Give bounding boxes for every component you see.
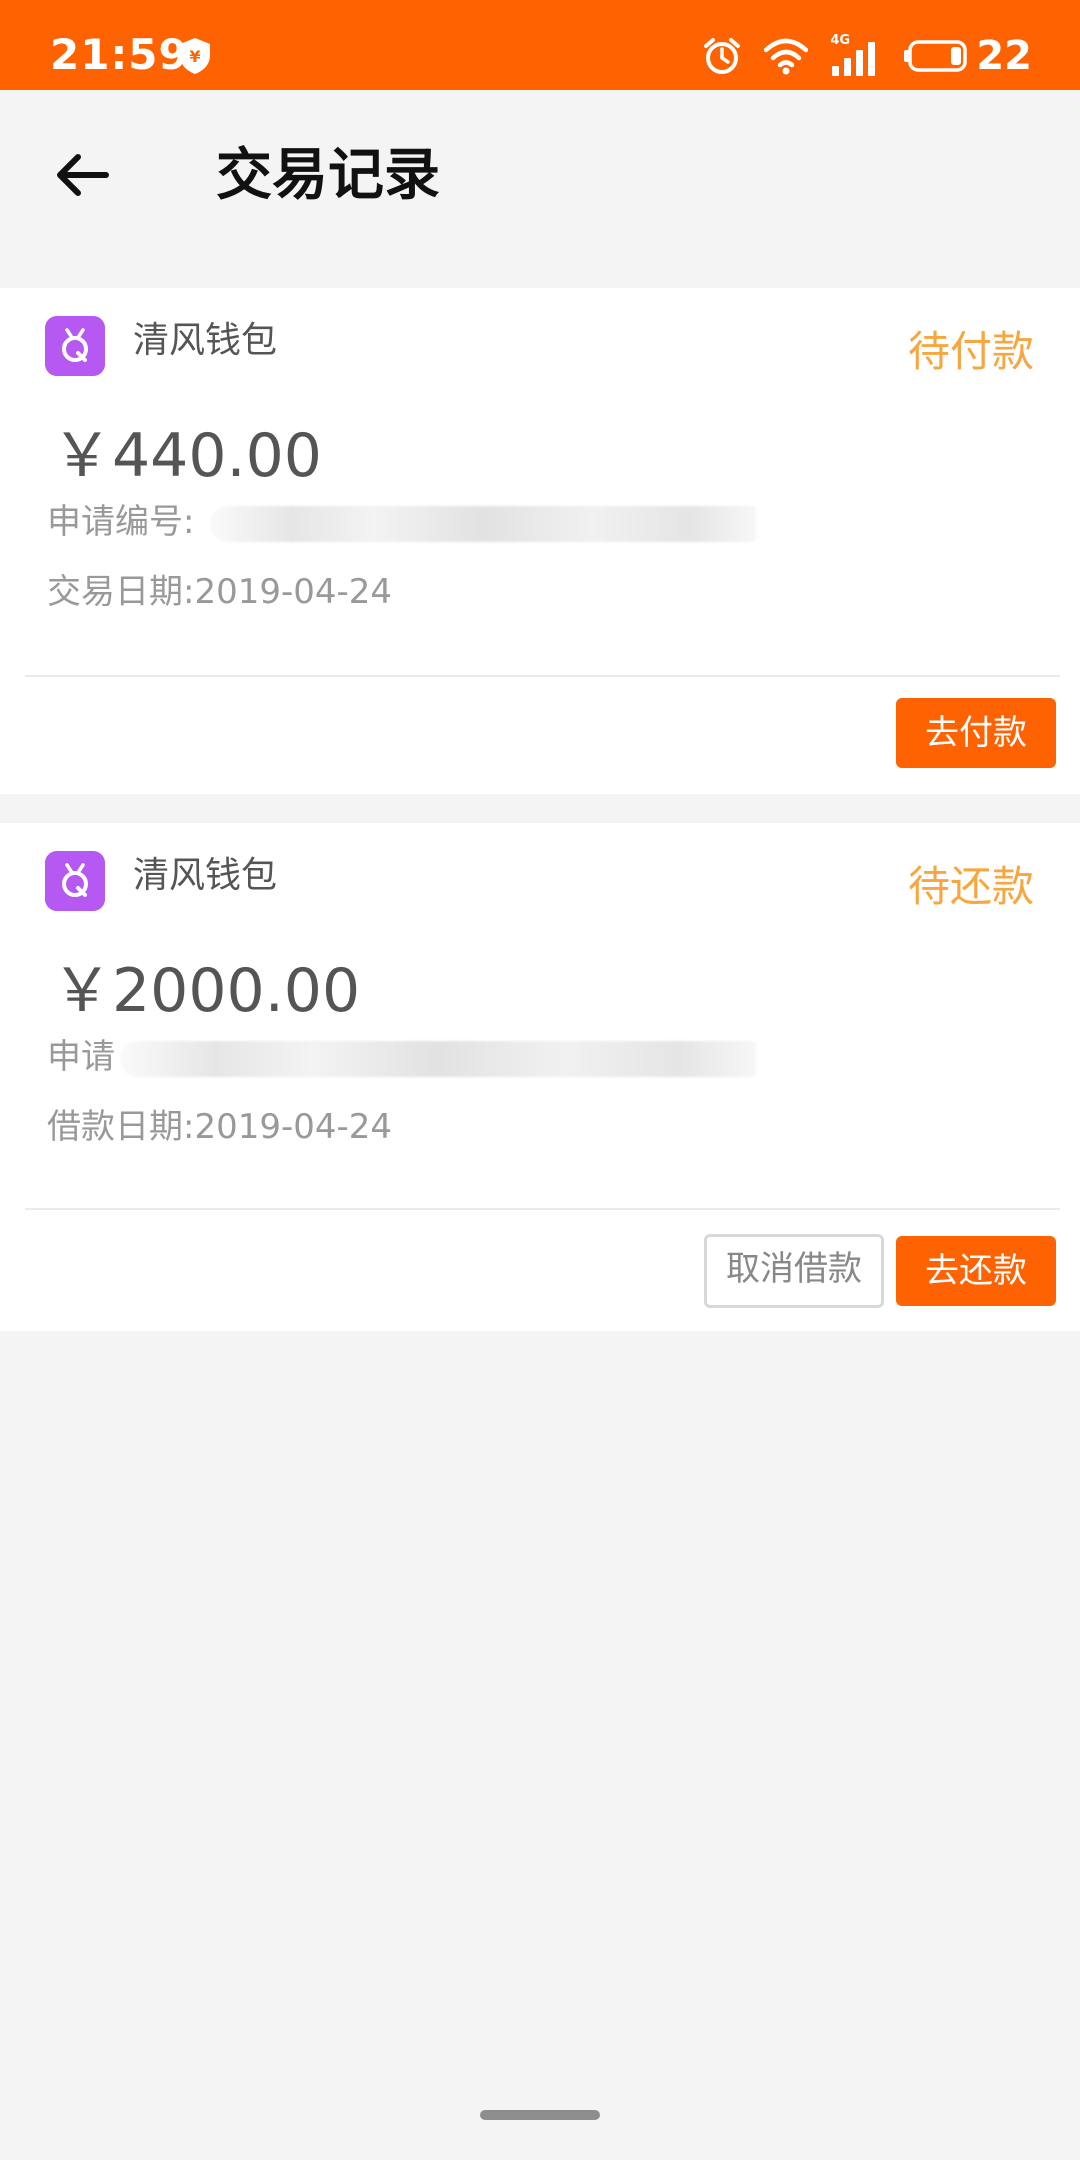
home-indicator[interactable] — [480, 2110, 600, 2120]
battery-level: 22 — [976, 33, 1032, 79]
status-time: 21:59 — [50, 30, 189, 79]
application-number-label: 申请 — [47, 1037, 115, 1077]
app-name: 清风钱包 — [133, 855, 278, 896]
amount: ￥2000.00 — [52, 956, 361, 1026]
app-logo-icon — [45, 851, 105, 911]
amount: ￥440.00 — [52, 421, 322, 491]
date-label: 借款日期: — [47, 1107, 195, 1147]
date-label: 交易日期: — [47, 572, 195, 612]
divider — [25, 675, 1060, 677]
status-badge: 待付款 — [907, 327, 1034, 376]
status-badge: 待还款 — [907, 862, 1034, 911]
application-number-label: 申请编号: — [47, 502, 195, 542]
svg-text:¥: ¥ — [189, 47, 200, 66]
date-line: 交易日期:2019-04-24 — [47, 568, 392, 616]
transaction-card[interactable]: 清风钱包 待付款 ￥440.00 申请编号: 交易日期:2019-04-24 去… — [0, 288, 1080, 794]
status-bar: 21:59 ¥ 4G 22 — [0, 0, 1080, 90]
back-arrow-icon[interactable] — [52, 145, 112, 205]
repay-button[interactable]: 去还款 — [896, 1236, 1056, 1306]
status-icons: 4G 22 — [680, 30, 1032, 82]
app-logo-icon — [45, 316, 105, 376]
cancel-loan-button[interactable]: 取消借款 — [704, 1234, 884, 1308]
redacted-application-number — [210, 506, 756, 542]
divider — [25, 1208, 1060, 1210]
app-name: 清风钱包 — [133, 320, 278, 361]
redacted-application-number — [120, 1041, 756, 1077]
transaction-card[interactable]: 清风钱包 待还款 ￥2000.00 申请 借款日期:2019-04-24 取消借… — [0, 823, 1080, 1331]
battery-icon — [904, 40, 968, 72]
app-header: 交易记录 — [0, 90, 1080, 256]
date-line: 借款日期:2019-04-24 — [47, 1103, 392, 1151]
pay-button[interactable]: 去付款 — [896, 698, 1056, 768]
network-type: 4G — [830, 33, 851, 48]
page-title: 交易记录 — [216, 143, 440, 208]
wifi-icon — [764, 38, 809, 75]
date-value: 2019-04-24 — [194, 572, 393, 612]
alarm-icon — [704, 38, 741, 74]
signal-icon: 4G — [830, 34, 880, 78]
date-value: 2019-04-24 — [194, 1107, 393, 1147]
shield-yuan-icon: ¥ — [180, 38, 210, 74]
